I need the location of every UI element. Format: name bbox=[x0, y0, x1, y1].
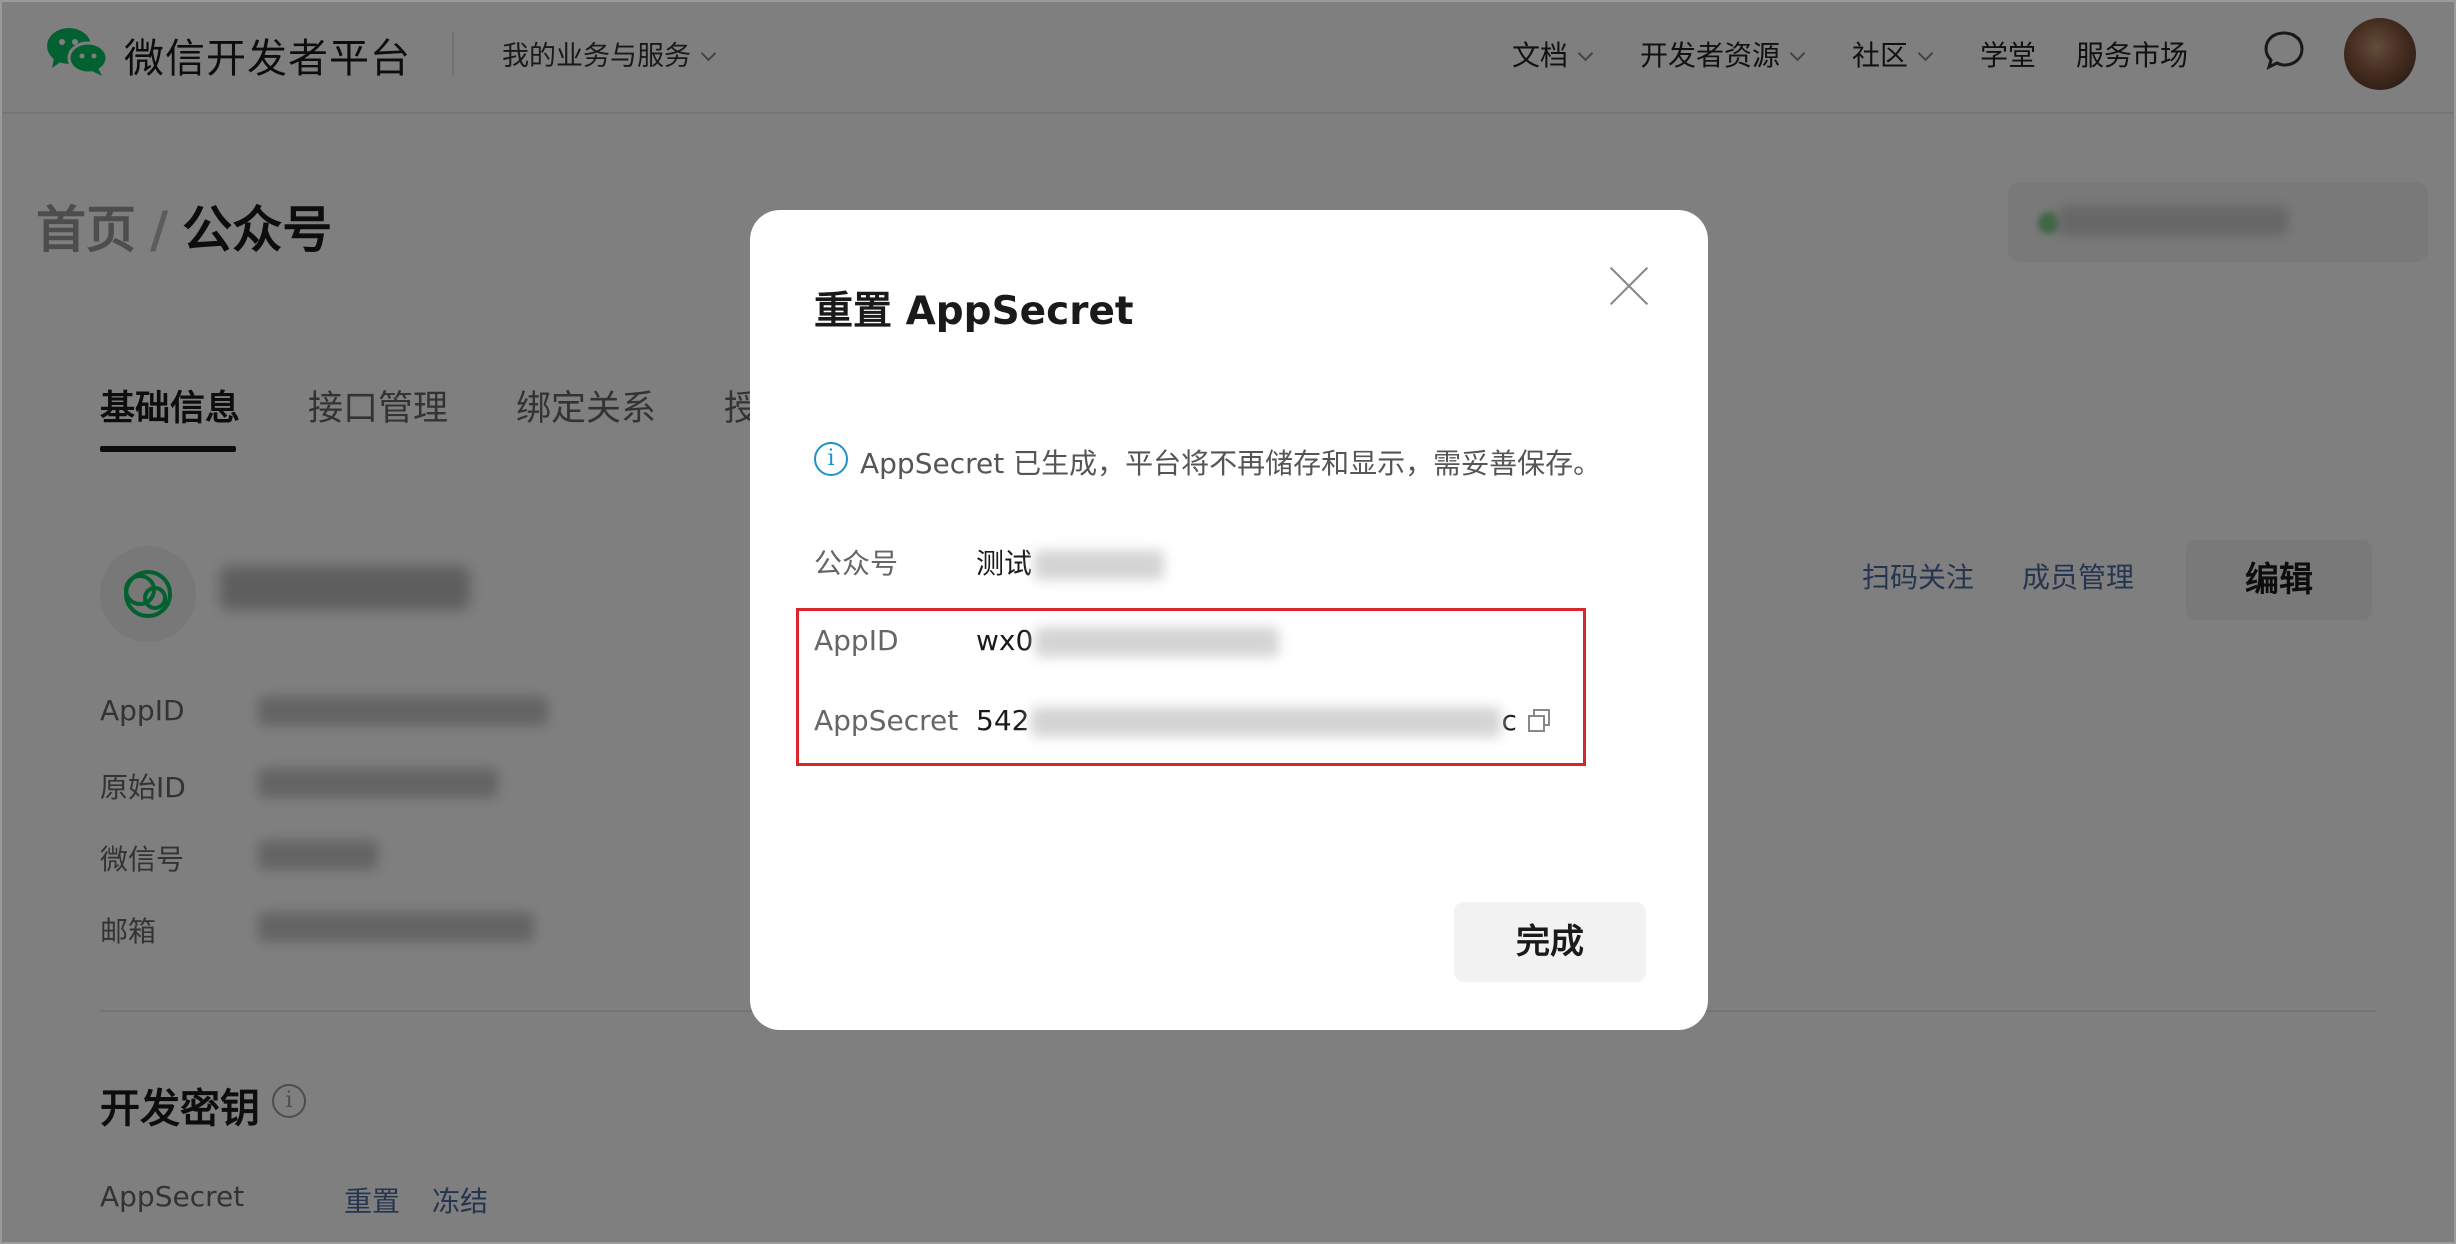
reset-appsecret-dialog: 重置 AppSecret i AppSecret 已生成，平台将不再储存和显示，… bbox=[750, 210, 1708, 1030]
dialog-title: 重置 AppSecret bbox=[814, 289, 1134, 334]
field-value-account-visible: 测试 bbox=[976, 547, 1033, 580]
close-icon[interactable] bbox=[1608, 264, 1652, 308]
field-label-account: 公众号 bbox=[814, 547, 899, 580]
field-value-account: 测试 bbox=[976, 542, 1165, 582]
dialog-notice: AppSecret 已生成，平台将不再储存和显示，需妥善保存。 bbox=[860, 447, 1602, 480]
info-icon: i bbox=[814, 442, 848, 476]
highlight-annotation bbox=[796, 608, 1586, 766]
field-value-account-blurred bbox=[1034, 550, 1165, 580]
done-button[interactable]: 完成 bbox=[1454, 902, 1646, 982]
